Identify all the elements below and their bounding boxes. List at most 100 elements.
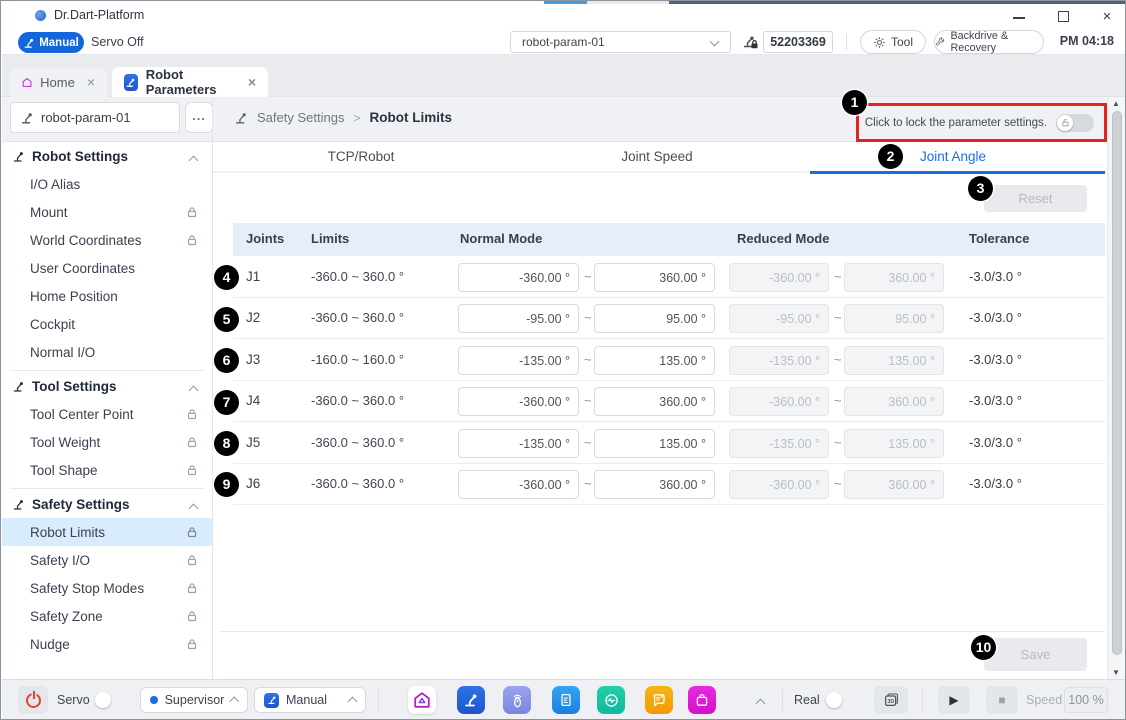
mode-button-label: Manual: [39, 37, 79, 49]
dock-home-app[interactable]: [408, 686, 436, 714]
tab-joint-angle[interactable]: Joint Angle: [805, 142, 1101, 173]
sidebar-item-safety-zone[interactable]: Safety Zone: [2, 602, 212, 630]
sidebar-item-home-position[interactable]: Home Position: [2, 282, 212, 310]
tab-home[interactable]: Home ×: [10, 67, 107, 97]
mode-button[interactable]: Manual: [18, 32, 84, 53]
status-divider: [922, 689, 923, 711]
operation-mode-dropdown[interactable]: Manual: [254, 687, 366, 713]
stop-button[interactable]: ■: [986, 686, 1018, 714]
annotation-badge-10: 10: [971, 635, 996, 660]
range-tilde: ~: [584, 393, 592, 408]
minimize-button[interactable]: [1004, 8, 1034, 26]
stop-icon: ■: [998, 693, 1005, 707]
table-header: Joints Limits Normal Mode Reduced Mode T…: [233, 223, 1105, 256]
reset-button[interactable]: Reset: [984, 185, 1087, 212]
gear-icon: [873, 36, 886, 49]
sidebar-divider: [10, 488, 204, 489]
normal-max-input[interactable]: [594, 470, 715, 499]
play-button[interactable]: ▶: [938, 686, 970, 714]
role-dropdown[interactable]: Supervisor: [140, 687, 248, 713]
serial-number: 52203369: [763, 31, 833, 53]
normal-min-input[interactable]: [458, 304, 579, 333]
sidebar-group-safety-settings[interactable]: Safety Settings: [2, 490, 212, 518]
dock-log-app[interactable]: [645, 686, 673, 714]
sidebar-item-cockpit[interactable]: Cockpit: [2, 310, 212, 338]
dock-jog-app[interactable]: [503, 686, 531, 714]
normal-max-input[interactable]: [594, 346, 715, 375]
power-button[interactable]: [18, 686, 48, 714]
parameter-lock-toggle[interactable]: [1056, 114, 1094, 132]
normal-min-input[interactable]: [458, 346, 579, 375]
backdrive-recovery-button[interactable]: Backdrive & Recovery: [934, 30, 1044, 54]
sidebar-item-normal-io[interactable]: Normal I/O: [2, 338, 212, 366]
dock-task-writer-app[interactable]: [552, 686, 580, 714]
tab-robot-parameters[interactable]: Robot Parameters ×: [112, 67, 268, 97]
role-dot-icon: [150, 696, 158, 704]
normal-min-input[interactable]: [458, 387, 579, 416]
tool-button-label: Tool: [891, 35, 913, 49]
group-label: Robot Settings: [32, 149, 128, 164]
sidebar-item-user-coordinates[interactable]: User Coordinates: [2, 254, 212, 282]
normal-max-input[interactable]: [594, 263, 715, 292]
servo-label: Servo: [57, 693, 90, 707]
tab-tcp-robot[interactable]: TCP/Robot: [213, 142, 509, 173]
tab-robot-parameters-close-icon[interactable]: ×: [248, 74, 256, 90]
sidebar-item-tool-weight[interactable]: Tool Weight: [2, 428, 212, 456]
normal-min-input[interactable]: [458, 263, 579, 292]
joint-limits: -360.0 ~ 360.0 °: [311, 393, 404, 408]
sidebar-item-world-coordinates[interactable]: World Coordinates: [2, 226, 212, 254]
sidebar-item-nudge[interactable]: Nudge: [2, 630, 212, 658]
param-more-button[interactable]: ...: [185, 102, 213, 133]
normal-max-input[interactable]: [594, 304, 715, 333]
range-tilde: ~: [834, 476, 842, 491]
sidebar-group-tool-settings[interactable]: Tool Settings: [2, 372, 212, 400]
normal-min-input[interactable]: [458, 429, 579, 458]
save-button[interactable]: Save: [984, 638, 1087, 671]
dock-monitoring-app[interactable]: [597, 686, 625, 714]
reduced-max-input: [844, 470, 944, 499]
breadcrumb-page: Robot Limits: [369, 110, 452, 125]
backdrive-recovery-label: Backdrive & Recovery: [950, 30, 1043, 54]
normal-max-input[interactable]: [594, 429, 715, 458]
range-tilde: ~: [584, 310, 592, 325]
reduced-max-input: [844, 346, 944, 375]
dock-robot-params-app[interactable]: [457, 686, 485, 714]
dock-expand-icon[interactable]: [756, 699, 766, 709]
lock-icon: [186, 582, 198, 594]
robot-arm-icon: [234, 111, 248, 125]
breadcrumb-section: Safety Settings: [257, 110, 344, 125]
sidebar-item-mount[interactable]: Mount: [2, 198, 212, 226]
speed-value-box[interactable]: 100 %: [1064, 687, 1108, 713]
param-name-field[interactable]: robot-param-01: [10, 102, 180, 133]
range-tilde: ~: [584, 352, 592, 367]
tab-home-close-icon[interactable]: ×: [87, 74, 95, 90]
joint-name: J5: [246, 435, 260, 450]
sidebar-item-tool-shape[interactable]: Tool Shape: [2, 456, 212, 484]
scroll-up-icon[interactable]: ▲: [1112, 99, 1120, 108]
dock-store-app[interactable]: [688, 686, 716, 714]
scrollbar-thumb[interactable]: [1112, 111, 1122, 655]
robot-arm-icon: [463, 692, 479, 708]
sidebar-item-safety-stop-modes[interactable]: Safety Stop Modes: [2, 574, 212, 602]
vertical-scrollbar[interactable]: ▲ ▼: [1107, 97, 1126, 679]
normal-min-input[interactable]: [458, 470, 579, 499]
close-button[interactable]: ×: [1092, 8, 1122, 26]
breadcrumb-separator-icon: >: [353, 111, 360, 125]
sidebar-group-robot-settings[interactable]: Robot Settings: [2, 142, 212, 170]
normal-max-input[interactable]: [594, 387, 715, 416]
tab-home-label: Home: [40, 75, 75, 90]
tool-button[interactable]: Tool: [860, 30, 926, 54]
sidebar-item-tool-center-point[interactable]: Tool Center Point: [2, 400, 212, 428]
table-row-j1: J1 -360.0 ~ 360.0 ° ~ ~ -3.0/3.0 °: [233, 257, 1105, 298]
reduced-min-input: [729, 304, 829, 333]
view-3d-button[interactable]: 3D: [874, 686, 908, 714]
waveform-icon: [603, 692, 620, 709]
param-dropdown[interactable]: robot-param-01: [510, 31, 731, 53]
sidebar-item-robot-limits[interactable]: Robot Limits: [2, 518, 212, 546]
sidebar-item-io-alias[interactable]: I/O Alias: [2, 170, 212, 198]
col-reduced-mode: Reduced Mode: [737, 231, 829, 246]
maximize-button[interactable]: [1048, 8, 1078, 26]
tab-joint-speed[interactable]: Joint Speed: [509, 142, 805, 173]
scroll-down-icon[interactable]: ▼: [1112, 668, 1120, 677]
sidebar-item-safety-io[interactable]: Safety I/O: [2, 546, 212, 574]
